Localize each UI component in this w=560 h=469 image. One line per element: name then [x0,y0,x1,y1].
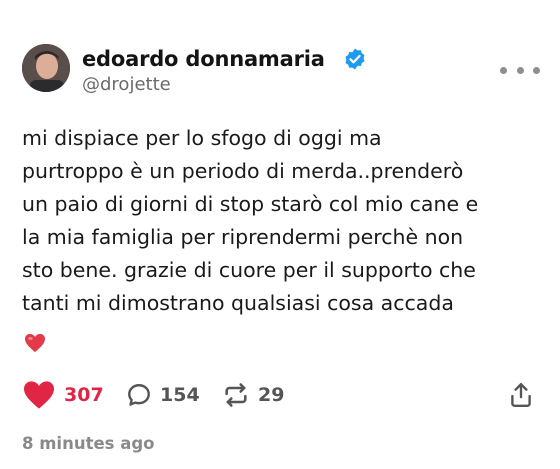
repost-count: 29 [258,384,285,406]
post-timestamp: 8 minutes ago [22,434,155,453]
share-icon [511,383,531,407]
more-options-icon[interactable] [500,60,540,80]
reply-count: 154 [160,384,200,406]
like-count: 307 [64,384,104,406]
action-bar: 307 154 29 [22,378,542,412]
share-button[interactable] [508,378,534,412]
verified-badge-icon [345,48,365,70]
author-name[interactable]: edoardo donnamaria [82,46,325,72]
avatar[interactable] [22,44,70,92]
repost-icon [225,383,247,407]
heart-emoji-icon [25,333,45,353]
like-button[interactable]: 307 [22,378,104,412]
reply-button[interactable]: 154 [126,378,200,412]
post-card: edoardo donnamaria @drojette mi dispiace… [0,0,560,469]
author-handle[interactable]: @drojette [82,74,171,96]
repost-button[interactable]: 29 [222,378,284,412]
speech-bubble-icon [128,384,150,406]
post-text: mi dispiace per lo sfogo di oggi ma purt… [22,126,479,315]
heart-icon [24,381,54,409]
